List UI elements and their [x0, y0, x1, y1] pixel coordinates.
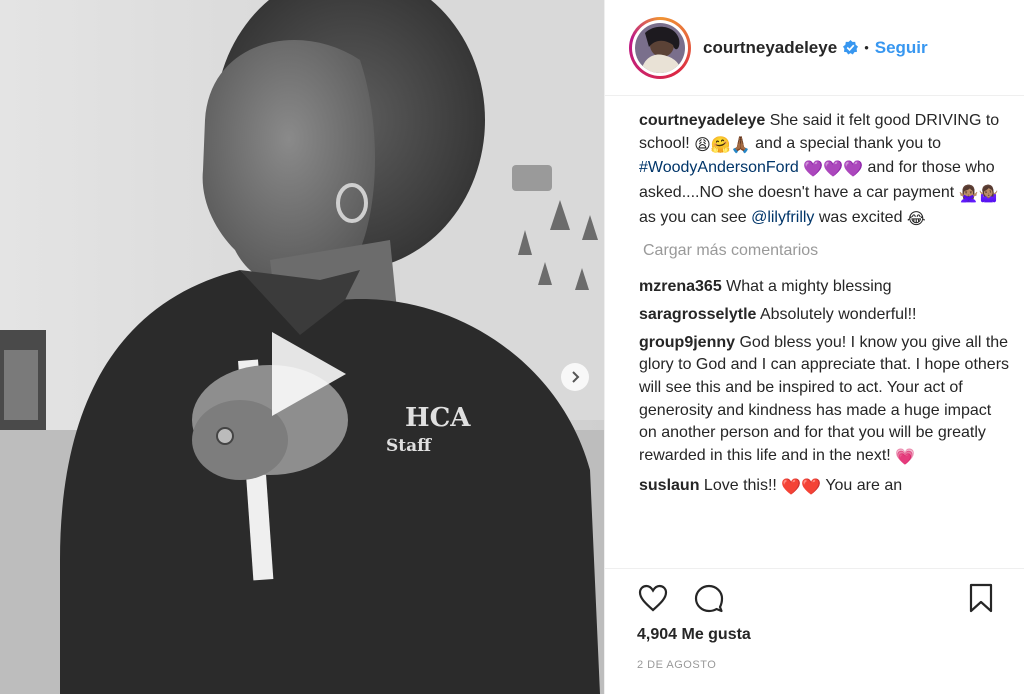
comment-text: Absolutely wonderful!!	[759, 305, 917, 323]
comment-item: mzrena365 What a mighty blessing	[639, 276, 1011, 299]
bookmark-icon	[969, 583, 993, 613]
post-date[interactable]: 2 DE AGOSTO	[637, 659, 716, 671]
header-username[interactable]: courtneyadeleye	[703, 38, 837, 58]
heart-icon	[638, 584, 668, 612]
comment-emoji: 💗	[895, 449, 916, 467]
post-header: courtneyadeleye • Seguir	[605, 0, 1024, 96]
play-button[interactable]	[262, 328, 354, 420]
comment-text: Love this!!	[703, 476, 777, 494]
comments-section: courtneyadeleye She said it felt good DR…	[639, 110, 1011, 570]
comment-username[interactable]: group9jenny	[639, 334, 735, 351]
comment-text: What a mighty blessing	[726, 278, 892, 296]
avatar[interactable]	[629, 16, 691, 79]
caption-text-4: as you can see	[639, 208, 747, 226]
comment-emoji: ❤️❤️	[781, 478, 822, 496]
comment-username[interactable]: suslaun	[639, 477, 699, 494]
post-media-video[interactable]: HCA Staff	[0, 0, 604, 694]
caption-text-5: was excited	[818, 208, 903, 226]
comment-item: suslaun Love this!! ❤️❤️ You are an	[639, 475, 1011, 500]
caption-emoji-4: 😂	[906, 210, 926, 228]
caption-emoji-2: 💜💜💜	[803, 161, 864, 179]
caption-hashtag-link[interactable]: #WoodyAndersonFord	[639, 159, 799, 176]
post-side-panel: courtneyadeleye • Seguir courtneyadeleye…	[604, 0, 1024, 694]
comment-icon	[694, 584, 724, 613]
post-actions-bar	[605, 568, 1024, 626]
comment-button[interactable]	[693, 582, 725, 614]
follow-button[interactable]: Seguir	[875, 38, 928, 58]
caption-text-2: and a special thank you to	[755, 134, 942, 152]
comment-item: group9jenny God bless you! I know you gi…	[639, 332, 1011, 470]
comment-username[interactable]: saragrosselytle	[639, 306, 756, 323]
caption-mention-link[interactable]: @lilyfrilly	[751, 209, 814, 226]
save-button[interactable]	[965, 582, 997, 614]
caption: courtneyadeleye She said it felt good DR…	[639, 110, 1011, 232]
separator-dot: •	[864, 40, 869, 55]
comment-username[interactable]: mzrena365	[639, 278, 722, 295]
likes-count[interactable]: 4,904 Me gusta	[637, 626, 751, 644]
comment-text: God bless you! I know you give all the g…	[639, 333, 1010, 465]
caption-emoji-1: 😩🤗🙏🏾	[694, 136, 751, 154]
caption-username[interactable]: courtneyadeleye	[639, 112, 765, 129]
play-icon	[272, 332, 346, 416]
like-button[interactable]	[637, 582, 669, 614]
comment-text-continued: You are an	[825, 476, 903, 494]
chevron-right-icon	[572, 371, 580, 383]
verified-badge-icon	[843, 40, 859, 55]
shirt-staff-text: Staff	[386, 436, 432, 456]
next-media-button[interactable]	[561, 363, 589, 391]
load-more-comments-button[interactable]: Cargar más comentarios	[643, 240, 1011, 263]
shirt-logo-text: HCA	[405, 403, 471, 433]
caption-emoji-3: 🙅🏽‍♀️🤷🏽‍♀️	[958, 186, 999, 204]
comment-item: saragrosselytle Absolutely wonderful!!	[639, 304, 1011, 327]
avatar-image	[635, 22, 685, 73]
